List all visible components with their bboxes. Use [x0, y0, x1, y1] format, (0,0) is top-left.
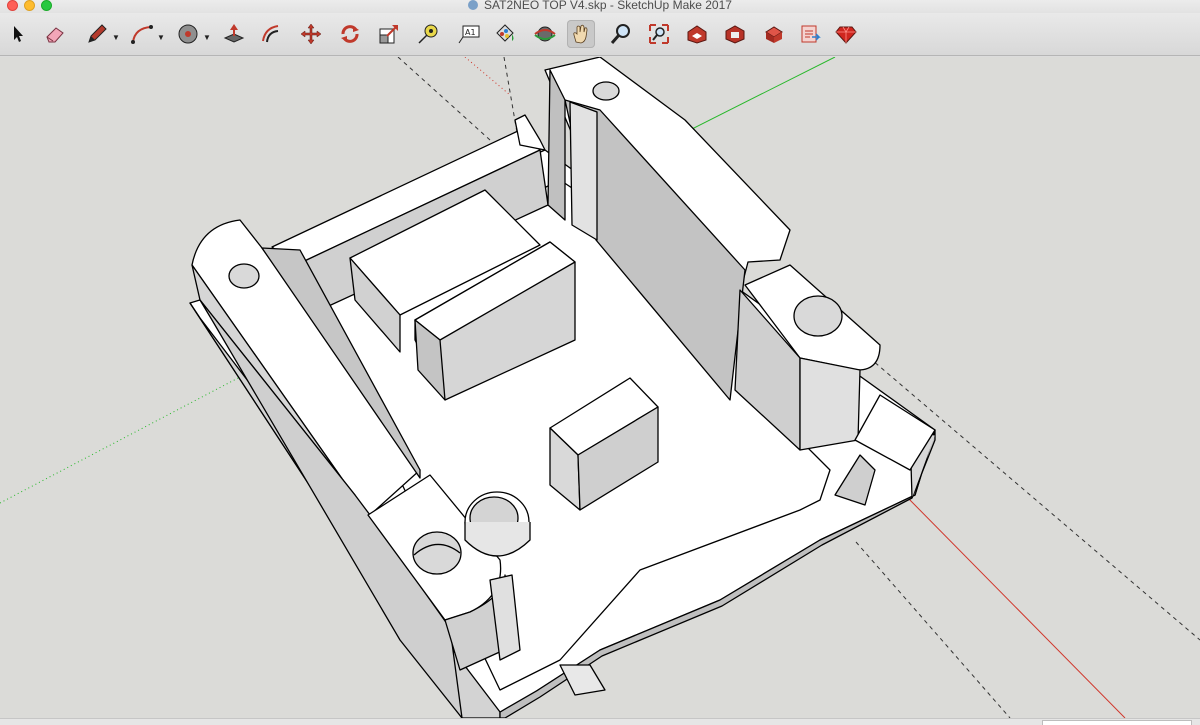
- shapes-tool-button[interactable]: [174, 20, 202, 48]
- right-screw-hole: [793, 295, 843, 337]
- offset-tool-button[interactable]: [256, 20, 284, 48]
- move-arrows-icon: [300, 23, 322, 45]
- back-left-screw-hole: [228, 263, 260, 289]
- eraser-tool-button[interactable]: [41, 20, 69, 48]
- arc-tool-button[interactable]: [128, 20, 156, 48]
- title-bar: SAT2NEO TOP V4.skp - SketchUp Make 2017: [0, 0, 1200, 13]
- paint-bucket-icon: [496, 24, 514, 42]
- main-toolbar: ▼ ▼ ▼ A1: [0, 13, 1200, 56]
- right-tall-wall-rib: [569, 101, 598, 241]
- back-right-screw-hole: [592, 81, 620, 101]
- arrow-cursor-icon: [14, 26, 23, 42]
- line-tool-button[interactable]: [83, 20, 111, 48]
- magnifier-icon: [610, 24, 630, 44]
- window-title-container: SAT2NEO TOP V4.skp - SketchUp Make 2017: [0, 0, 1200, 12]
- front-left-screw-hole: [412, 531, 462, 575]
- move-tool-button[interactable]: [297, 20, 325, 48]
- orbit-icon: [534, 26, 556, 42]
- svg-text:A1: A1: [465, 28, 476, 37]
- layout-icon: [801, 25, 821, 43]
- zoom-extents-icon: [649, 24, 669, 44]
- paint-bucket-tool-button[interactable]: [491, 20, 519, 48]
- status-bar: [0, 718, 1200, 725]
- document-icon: [468, 0, 479, 10]
- pan-tool-button[interactable]: [567, 20, 595, 48]
- scale-icon: [379, 25, 398, 44]
- push-pull-tool-button[interactable]: [220, 20, 248, 48]
- select-tool-button[interactable]: [4, 20, 32, 48]
- offset-icon: [262, 25, 279, 43]
- extension-warehouse-icon: [765, 26, 783, 43]
- rotate-tool-button[interactable]: [336, 20, 364, 48]
- layout-send-tool-button[interactable]: [796, 20, 824, 48]
- extension-manager-tool-button[interactable]: [832, 20, 860, 48]
- scale-tool-button[interactable]: [375, 20, 403, 48]
- share-model-tool-button[interactable]: [721, 20, 749, 48]
- measurements-box[interactable]: [1042, 720, 1192, 725]
- ruby-gem-icon: [835, 26, 857, 44]
- arc-tool-dropdown-icon[interactable]: ▼: [157, 33, 165, 42]
- shapes-tool-dropdown-icon[interactable]: ▼: [203, 33, 211, 42]
- warehouse-icon: [687, 25, 707, 44]
- modeling-viewport[interactable]: [0, 57, 1200, 718]
- line-tool-dropdown-icon[interactable]: ▼: [112, 33, 120, 42]
- right-post-fillet: [799, 357, 861, 451]
- text-tool-button[interactable]: A1: [455, 20, 483, 48]
- extension-warehouse-tool-button[interactable]: [760, 20, 788, 48]
- zoom-extents-tool-button[interactable]: [645, 20, 673, 48]
- 3d-warehouse-tool-button[interactable]: [683, 20, 711, 48]
- rotate-icon: [341, 25, 359, 43]
- circle-shape-icon: [178, 24, 198, 44]
- push-pull-icon: [223, 24, 245, 43]
- tape-measure-icon: [418, 24, 438, 44]
- pencil-icon: [88, 24, 107, 43]
- model-scene[interactable]: [0, 57, 1200, 718]
- orbit-tool-button[interactable]: [531, 20, 559, 48]
- window-title: SAT2NEO TOP V4.skp - SketchUp Make 2017: [484, 0, 732, 12]
- arc-icon: [131, 25, 153, 44]
- hand-icon: [573, 24, 588, 44]
- tape-measure-tool-button[interactable]: [414, 20, 442, 48]
- share-model-icon: [725, 25, 745, 44]
- eraser-icon: [46, 27, 64, 43]
- text-icon: A1: [458, 25, 480, 44]
- zoom-tool-button[interactable]: [607, 20, 635, 48]
- sketchup-window: SAT2NEO TOP V4.skp - SketchUp Make 2017 …: [0, 0, 1200, 725]
